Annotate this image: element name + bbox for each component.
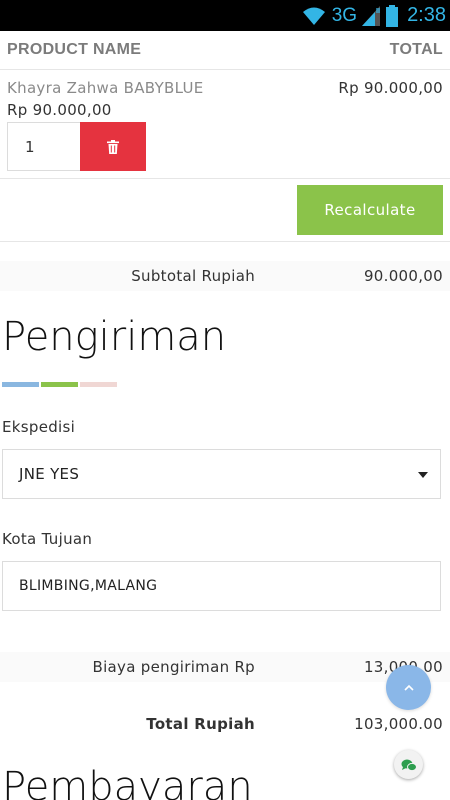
underline-segment-pink xyxy=(80,382,117,387)
product-name-header: PRODUCT NAME xyxy=(7,41,142,58)
battery-icon xyxy=(385,4,399,27)
city-label: Kota Tujuan xyxy=(2,530,93,548)
subtotal-label: Subtotal Rupiah xyxy=(131,267,255,285)
chat-button[interactable] xyxy=(394,750,423,779)
chevron-up-icon xyxy=(403,684,414,691)
shipping-title: Pengiriman xyxy=(2,314,227,360)
total-label: Total Rupiah xyxy=(146,715,255,733)
courier-select[interactable]: JNE YES xyxy=(2,449,441,499)
total-value: 103,000.00 xyxy=(354,715,443,733)
cart-item-row: Khayra Zahwa BABYBLUE Rp 90.000,00 Rp 90… xyxy=(0,70,450,179)
trash-icon xyxy=(107,139,119,154)
status-bar: 3G 2:38 xyxy=(0,0,450,31)
title-underline xyxy=(2,382,117,387)
city-input[interactable] xyxy=(2,561,441,611)
recalculate-button[interactable]: Recalculate xyxy=(297,185,443,235)
delete-item-button[interactable] xyxy=(80,122,146,171)
total-header: TOTAL xyxy=(389,41,443,58)
payment-title: Pembayaran xyxy=(2,764,253,800)
subtotal-row: Subtotal Rupiah 90.000,00 xyxy=(0,261,450,291)
network-type: 3G xyxy=(331,4,358,26)
clock: 2:38 xyxy=(407,4,446,26)
underline-segment-green xyxy=(41,382,78,387)
recalculate-row: Recalculate xyxy=(0,179,450,242)
product-name-link[interactable]: Khayra Zahwa BABYBLUE xyxy=(7,79,204,97)
shipping-cost-label: Biaya pengiriman Rp xyxy=(92,658,255,676)
scroll-top-button[interactable] xyxy=(386,665,431,710)
product-price: Rp 90.000,00 xyxy=(7,101,112,119)
shipping-cost-row: Biaya pengiriman Rp 13,000.00 xyxy=(0,652,450,682)
signal-icon xyxy=(361,5,381,27)
quantity-input[interactable] xyxy=(7,122,80,171)
total-row: Total Rupiah 103,000.00 xyxy=(0,709,450,739)
caret-down-icon xyxy=(418,472,428,478)
subtotal-value: 90.000,00 xyxy=(363,267,443,285)
product-total: Rp 90.000,00 xyxy=(338,79,443,97)
underline-segment-blue xyxy=(2,382,39,387)
wifi-icon xyxy=(302,6,326,26)
chat-icon xyxy=(401,758,417,772)
status-icons: 3G 2:38 xyxy=(302,3,446,28)
courier-label: Ekspedisi xyxy=(2,418,76,436)
courier-selected-value: JNE YES xyxy=(19,465,80,483)
cart-header: PRODUCT NAME TOTAL xyxy=(0,31,450,70)
